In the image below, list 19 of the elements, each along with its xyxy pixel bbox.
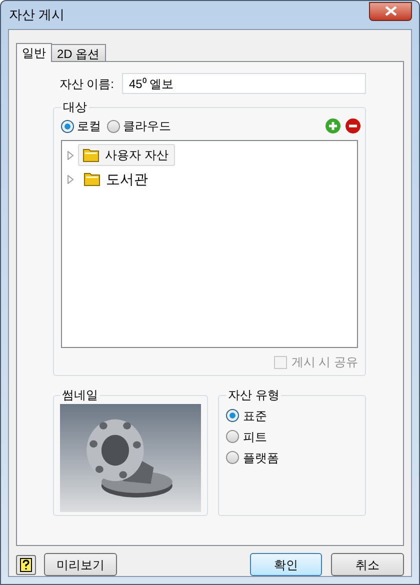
tab[interactable]: 일반 — [16, 43, 52, 62]
tree-item[interactable]: 사용자 자산 — [78, 144, 176, 166]
radio-label: 플랫폼 — [243, 450, 279, 466]
cancel-button[interactable]: 취소 — [331, 553, 404, 576]
radio-label: 클라우드 — [123, 118, 171, 135]
radio-label: 피트 — [243, 428, 267, 446]
group-title: 대상 — [62, 99, 88, 116]
ok-button[interactable]: 확인 — [250, 553, 322, 576]
tab[interactable]: 2D 옵션 — [52, 44, 106, 61]
group-title: 썸네일 — [61, 387, 99, 404]
group-title: 자산 유형 — [227, 387, 280, 404]
field-label: 자산 이름: — [58, 76, 114, 92]
radio-label: 표준 — [243, 408, 267, 424]
tree-item[interactable]: 도서관 — [78, 168, 155, 190]
radio-label: 로컬 — [77, 118, 101, 135]
preview-button[interactable]: 미리보기 — [44, 553, 117, 576]
asset-name-field[interactable]: 45⁰ 엘보 — [122, 73, 366, 94]
checkbox-label: 게시 시 공유 — [291, 354, 358, 371]
window-title: 자산 게시 — [9, 6, 65, 24]
